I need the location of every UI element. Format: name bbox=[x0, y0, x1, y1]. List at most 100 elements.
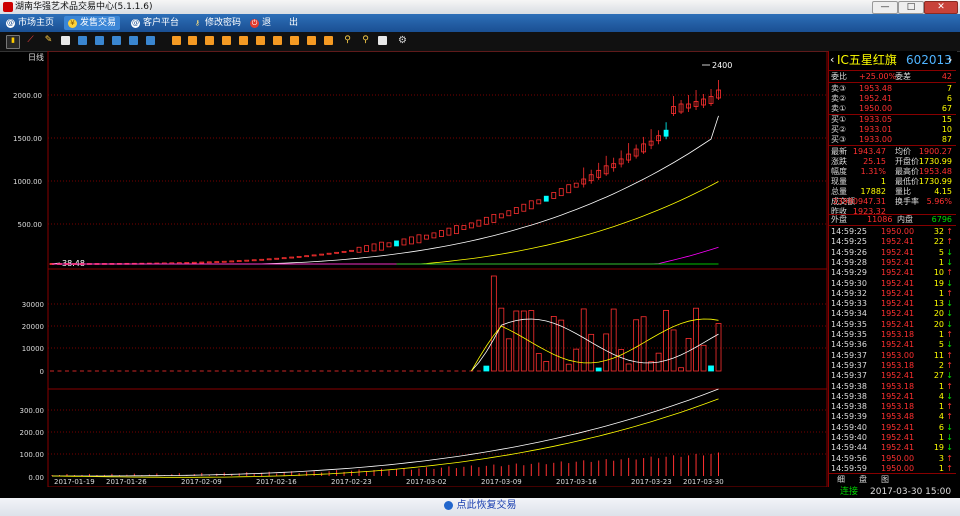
kline-candle bbox=[379, 241, 384, 251]
kline-candle bbox=[461, 225, 467, 230]
close-button[interactable]: ✕ bbox=[924, 1, 958, 14]
volume-bar bbox=[595, 367, 602, 372]
tool-icon[interactable] bbox=[61, 36, 70, 45]
kline-candle bbox=[409, 236, 414, 245]
menu-label: 市场主页 bbox=[18, 18, 55, 28]
kline-candle bbox=[319, 253, 325, 256]
zoom-out-icon[interactable]: ⚲ bbox=[361, 36, 370, 45]
tool-icon[interactable] bbox=[378, 36, 387, 45]
high-price-marker: 2400 bbox=[712, 61, 732, 70]
tab-detail[interactable]: 细 bbox=[837, 474, 845, 485]
menu-change-password[interactable]: ⚷ 修改密码 bbox=[189, 16, 245, 30]
restore-trading-bar[interactable]: 点此恢复交易 bbox=[0, 498, 960, 516]
globe-icon: @ bbox=[6, 18, 15, 28]
tool-icon[interactable] bbox=[78, 36, 87, 45]
amount-bars bbox=[51, 452, 720, 476]
buy-label: 买③ bbox=[831, 135, 847, 144]
tool-icon[interactable] bbox=[307, 36, 316, 45]
kline-candle bbox=[558, 188, 564, 197]
status-bar: 连接 2017-03-30 15:00 bbox=[828, 487, 956, 498]
tool-icon[interactable] bbox=[172, 36, 181, 45]
zoom-in-icon[interactable]: ⚲ bbox=[343, 36, 352, 45]
kline-candle bbox=[371, 243, 377, 252]
kline-candle bbox=[431, 232, 437, 239]
volume-bar bbox=[603, 333, 610, 372]
kline-candle bbox=[364, 245, 369, 253]
volume-tick: 10000 bbox=[22, 345, 44, 353]
kline-candle bbox=[199, 261, 205, 264]
sell-row-1: 卖① 1950.00 67 bbox=[829, 103, 956, 114]
kline-candle bbox=[498, 213, 504, 219]
tool-icon[interactable] bbox=[95, 36, 104, 45]
tool-icon[interactable] bbox=[222, 36, 231, 45]
tool-icon[interactable] bbox=[324, 36, 333, 45]
menu-client-platform[interactable]: @ 客户平台 bbox=[127, 16, 183, 30]
pencil-icon[interactable]: ✎ bbox=[44, 36, 53, 45]
main-menu-bar: @ 市场主页 ¥ 发售交易 @ 客户平台 ⚷ 修改密码 ⏻ 退 出 bbox=[0, 14, 960, 32]
kline-candle bbox=[221, 260, 227, 263]
buy-row-3: 买③ 1933.00 87 bbox=[829, 134, 956, 145]
kline-candle bbox=[251, 259, 257, 262]
minimize-button[interactable]: — bbox=[872, 1, 898, 14]
tool-icon[interactable] bbox=[290, 36, 299, 45]
tool-icon[interactable] bbox=[205, 36, 214, 45]
weicha-value: 42 bbox=[941, 72, 952, 81]
kline-candle bbox=[274, 257, 280, 260]
kline-candle bbox=[491, 213, 497, 223]
kline-candle bbox=[349, 249, 354, 252]
volume-bar bbox=[618, 349, 625, 372]
kline-candle bbox=[536, 199, 542, 205]
kline-candle bbox=[543, 195, 549, 202]
stock-code: 602013 bbox=[906, 53, 952, 67]
kline-candle bbox=[506, 210, 512, 217]
menu-market-home[interactable]: @ 市场主页 bbox=[2, 16, 58, 30]
volume-ma-line bbox=[471, 318, 719, 372]
tab-chart[interactable]: 图 bbox=[881, 474, 889, 485]
tool-icon[interactable] bbox=[188, 36, 197, 45]
tool-icon[interactable] bbox=[146, 36, 155, 45]
tool-icon[interactable] bbox=[239, 36, 248, 45]
volume-bar bbox=[678, 367, 684, 372]
quote-panel: ‹ IC五星红旗 602013 › 委比 +25.00% 委差 42 卖③ 195… bbox=[828, 51, 957, 487]
kline-candle bbox=[244, 259, 250, 262]
kline-chart-area: 日线 2000.00 1500.00 1000.00 500.00 30000 … bbox=[0, 51, 828, 487]
volume-bar bbox=[580, 308, 587, 372]
kline-candle bbox=[266, 258, 272, 261]
kline-candle bbox=[566, 184, 572, 194]
menu-exit[interactable]: ⏻ 退 出 bbox=[246, 16, 302, 30]
tab-orderbook[interactable]: 盘 bbox=[859, 474, 867, 485]
next-stock-icon[interactable]: › bbox=[948, 51, 952, 69]
buy-price: 1933.00 bbox=[859, 135, 893, 144]
maximize-button[interactable]: □ bbox=[898, 1, 924, 14]
weibi-value: +25.00% bbox=[859, 72, 897, 81]
restore-trading-link[interactable]: 点此恢复交易 bbox=[457, 500, 517, 511]
kline-chart-icon[interactable]: ▮ bbox=[6, 35, 20, 49]
volume-bar bbox=[715, 323, 722, 372]
sell-label: 卖① bbox=[831, 104, 847, 113]
amount-tick: 300.00 bbox=[20, 407, 45, 415]
key-icon: ⚷ bbox=[194, 18, 201, 27]
date-tick: 2017-03-02 bbox=[406, 478, 447, 486]
kline-candles bbox=[49, 80, 721, 265]
power-icon: ⏻ bbox=[250, 18, 259, 28]
volume-tick: 20000 bbox=[22, 323, 44, 331]
tool-icon[interactable] bbox=[256, 36, 265, 45]
app-icon bbox=[3, 2, 13, 12]
kline-candle bbox=[551, 192, 557, 199]
volume-bar bbox=[663, 309, 669, 372]
globe-icon: @ bbox=[131, 18, 140, 28]
prev-stock-icon[interactable]: ‹ bbox=[830, 51, 834, 69]
volume-bar bbox=[573, 348, 580, 372]
gear-icon[interactable]: ⚙ bbox=[398, 36, 407, 46]
volume-bar bbox=[565, 363, 572, 372]
tool-icon[interactable] bbox=[273, 36, 282, 45]
kline-candle bbox=[259, 258, 265, 261]
menu-issue-trade[interactable]: ¥ 发售交易 bbox=[64, 16, 121, 30]
kline-candle bbox=[236, 260, 242, 262]
tool-icon[interactable] bbox=[112, 36, 121, 45]
volume-bar bbox=[685, 337, 692, 372]
tool-icon[interactable] bbox=[129, 36, 138, 45]
trend-line-icon[interactable]: ⟋ bbox=[26, 36, 35, 45]
kline-candle bbox=[334, 251, 339, 254]
date-tick: 2017-02-16 bbox=[256, 478, 297, 486]
